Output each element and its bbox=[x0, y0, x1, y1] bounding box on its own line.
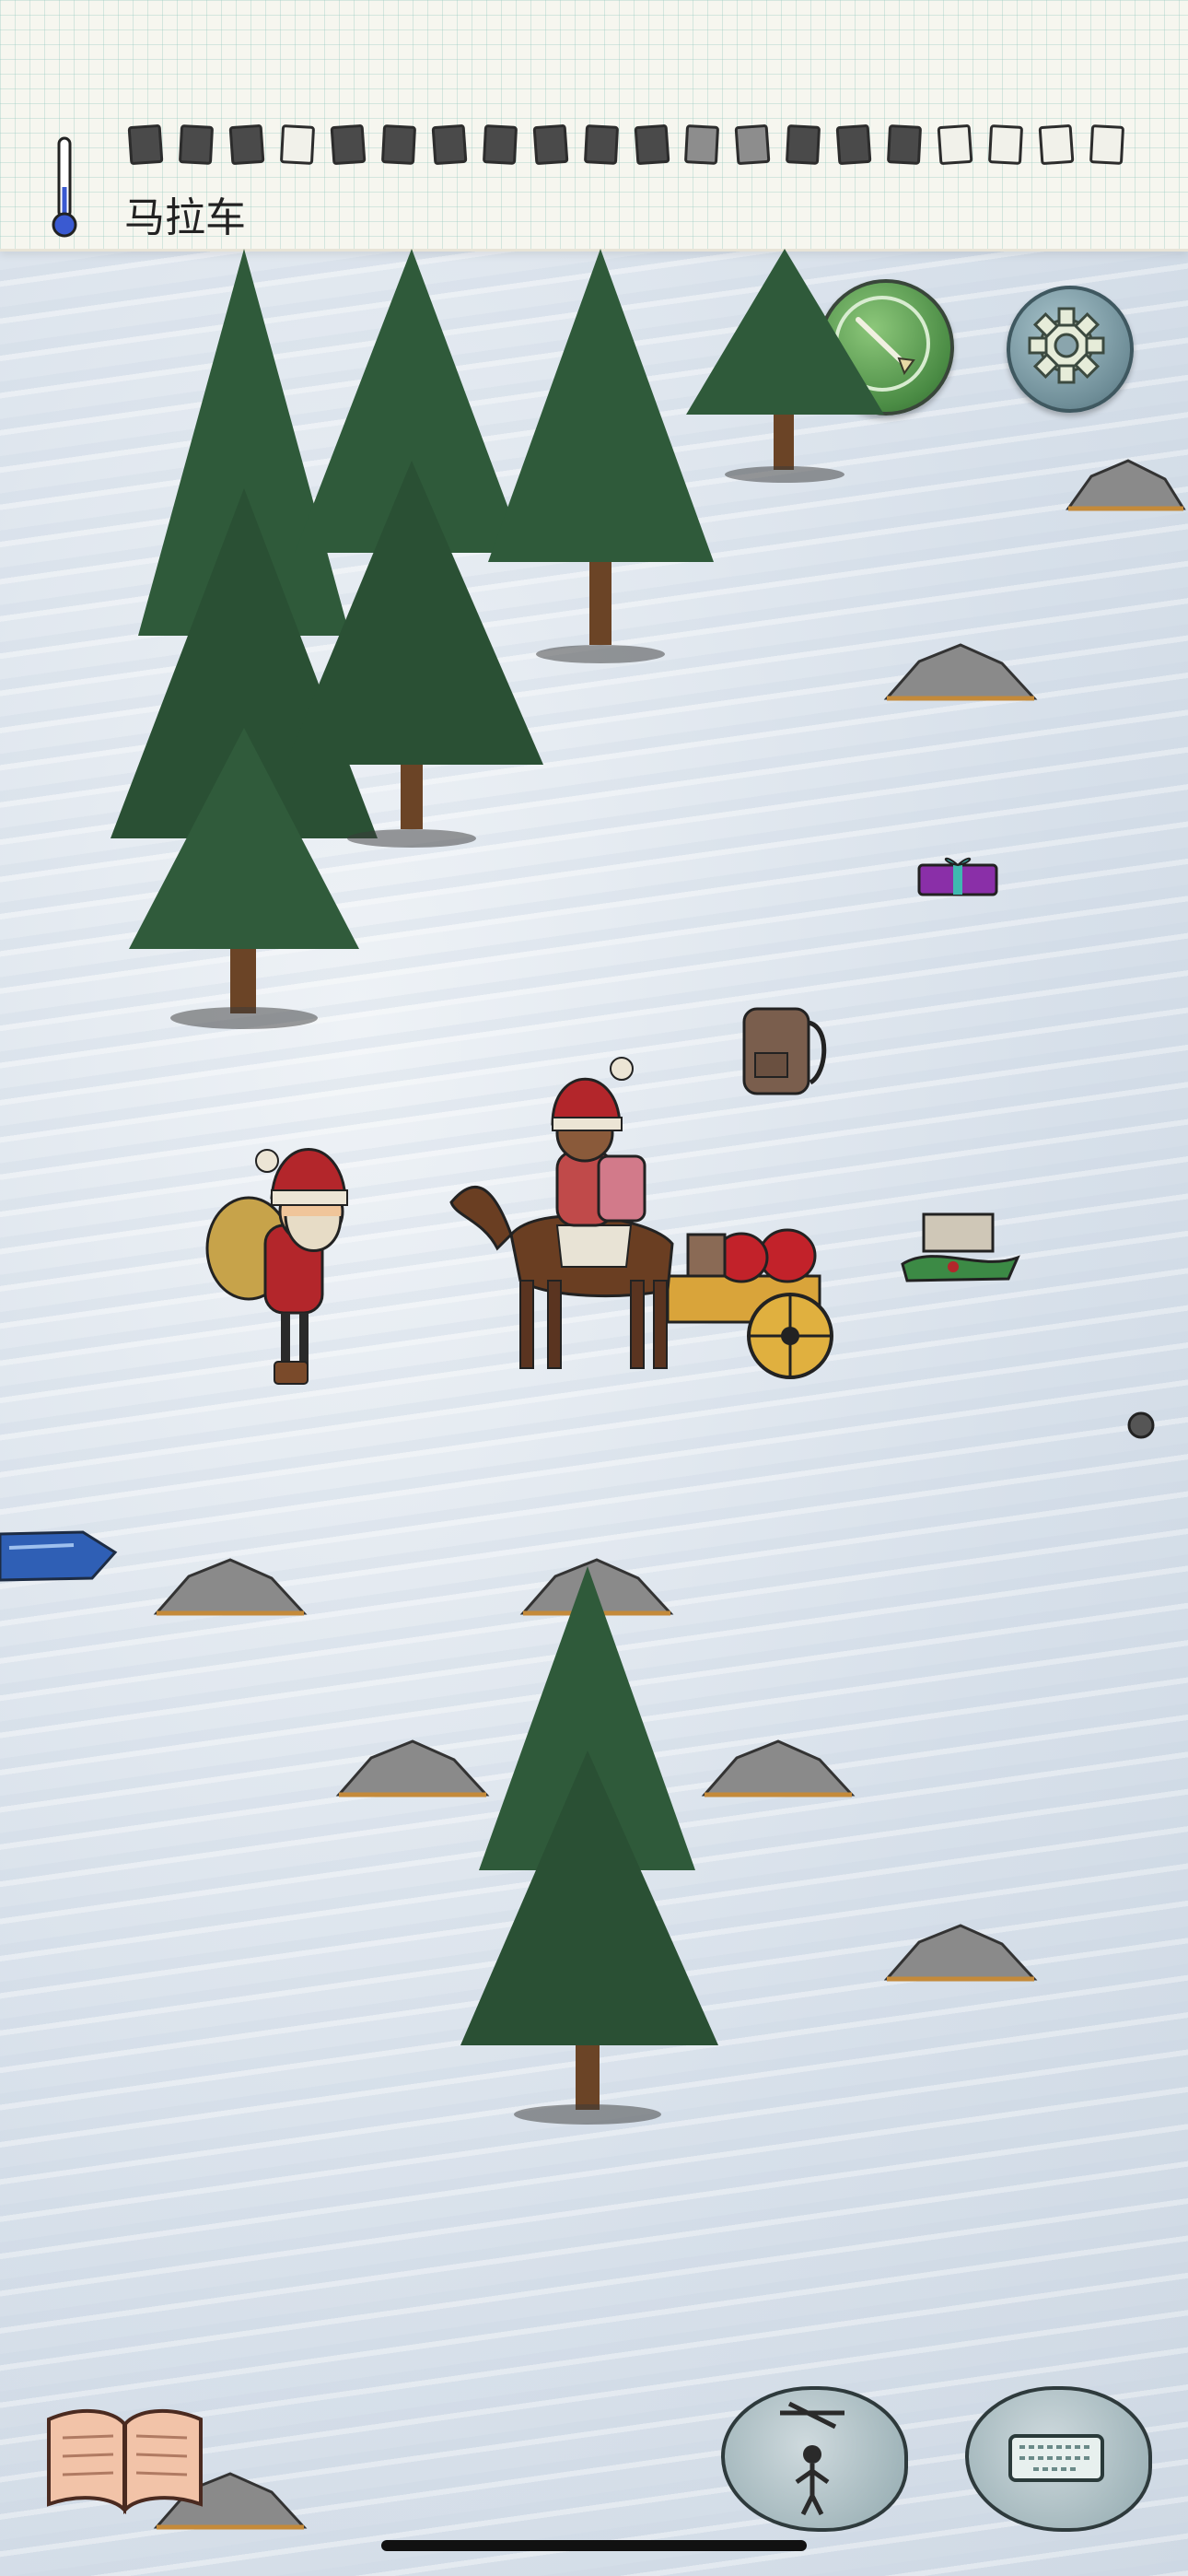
scale-swatch bbox=[431, 123, 468, 166]
home-indicator[interactable] bbox=[381, 2540, 807, 2551]
boulder[interactable] bbox=[882, 1916, 1039, 1990]
recipe-book-button[interactable] bbox=[44, 2401, 205, 2516]
scale-swatch bbox=[735, 123, 771, 166]
keyboard-icon bbox=[1008, 2434, 1104, 2482]
scale-swatch bbox=[583, 124, 619, 165]
scale-swatch bbox=[684, 124, 720, 165]
gear-icon bbox=[1028, 307, 1105, 384]
frozen-pond[interactable] bbox=[0, 1525, 120, 1589]
scale-swatch bbox=[988, 124, 1024, 165]
gift-box[interactable] bbox=[916, 852, 999, 898]
temperature-scale bbox=[127, 123, 1125, 168]
chat-button[interactable] bbox=[965, 2386, 1152, 2532]
open-book-icon bbox=[47, 2408, 203, 2515]
horse-cart[interactable] bbox=[447, 1046, 843, 1391]
scale-swatch bbox=[127, 123, 164, 166]
scale-swatch bbox=[786, 124, 821, 165]
emote-button[interactable] bbox=[721, 2386, 908, 2532]
scale-swatch bbox=[482, 124, 518, 165]
scale-swatch bbox=[532, 123, 568, 166]
top-bar: 马拉车 bbox=[0, 0, 1188, 252]
scale-swatch bbox=[178, 124, 214, 165]
scale-swatch bbox=[835, 123, 872, 166]
small-stone[interactable] bbox=[1125, 1410, 1157, 1441]
scale-swatch bbox=[380, 124, 416, 165]
settings-button[interactable] bbox=[1007, 286, 1134, 413]
scale-swatch bbox=[330, 123, 367, 166]
scale-swatch bbox=[887, 124, 923, 165]
thermometer-icon bbox=[52, 136, 77, 238]
boulder[interactable] bbox=[152, 1551, 309, 1624]
scale-swatch bbox=[634, 123, 670, 166]
pine-tree[interactable] bbox=[681, 249, 893, 488]
boulder[interactable] bbox=[882, 636, 1039, 709]
pine-tree[interactable] bbox=[456, 1566, 723, 2137]
boulder[interactable] bbox=[700, 1732, 856, 1806]
scale-swatch bbox=[228, 123, 265, 166]
scale-swatch bbox=[937, 123, 973, 166]
puppet-icon bbox=[780, 2401, 844, 2516]
santa-character[interactable] bbox=[203, 1124, 359, 1391]
boulder[interactable] bbox=[1064, 453, 1188, 518]
supply-crate[interactable] bbox=[898, 1207, 1022, 1285]
scale-swatch bbox=[1089, 124, 1125, 165]
scale-swatch bbox=[1038, 123, 1075, 166]
scale-swatch bbox=[279, 124, 315, 165]
held-item-label: 马拉车 bbox=[124, 194, 246, 241]
